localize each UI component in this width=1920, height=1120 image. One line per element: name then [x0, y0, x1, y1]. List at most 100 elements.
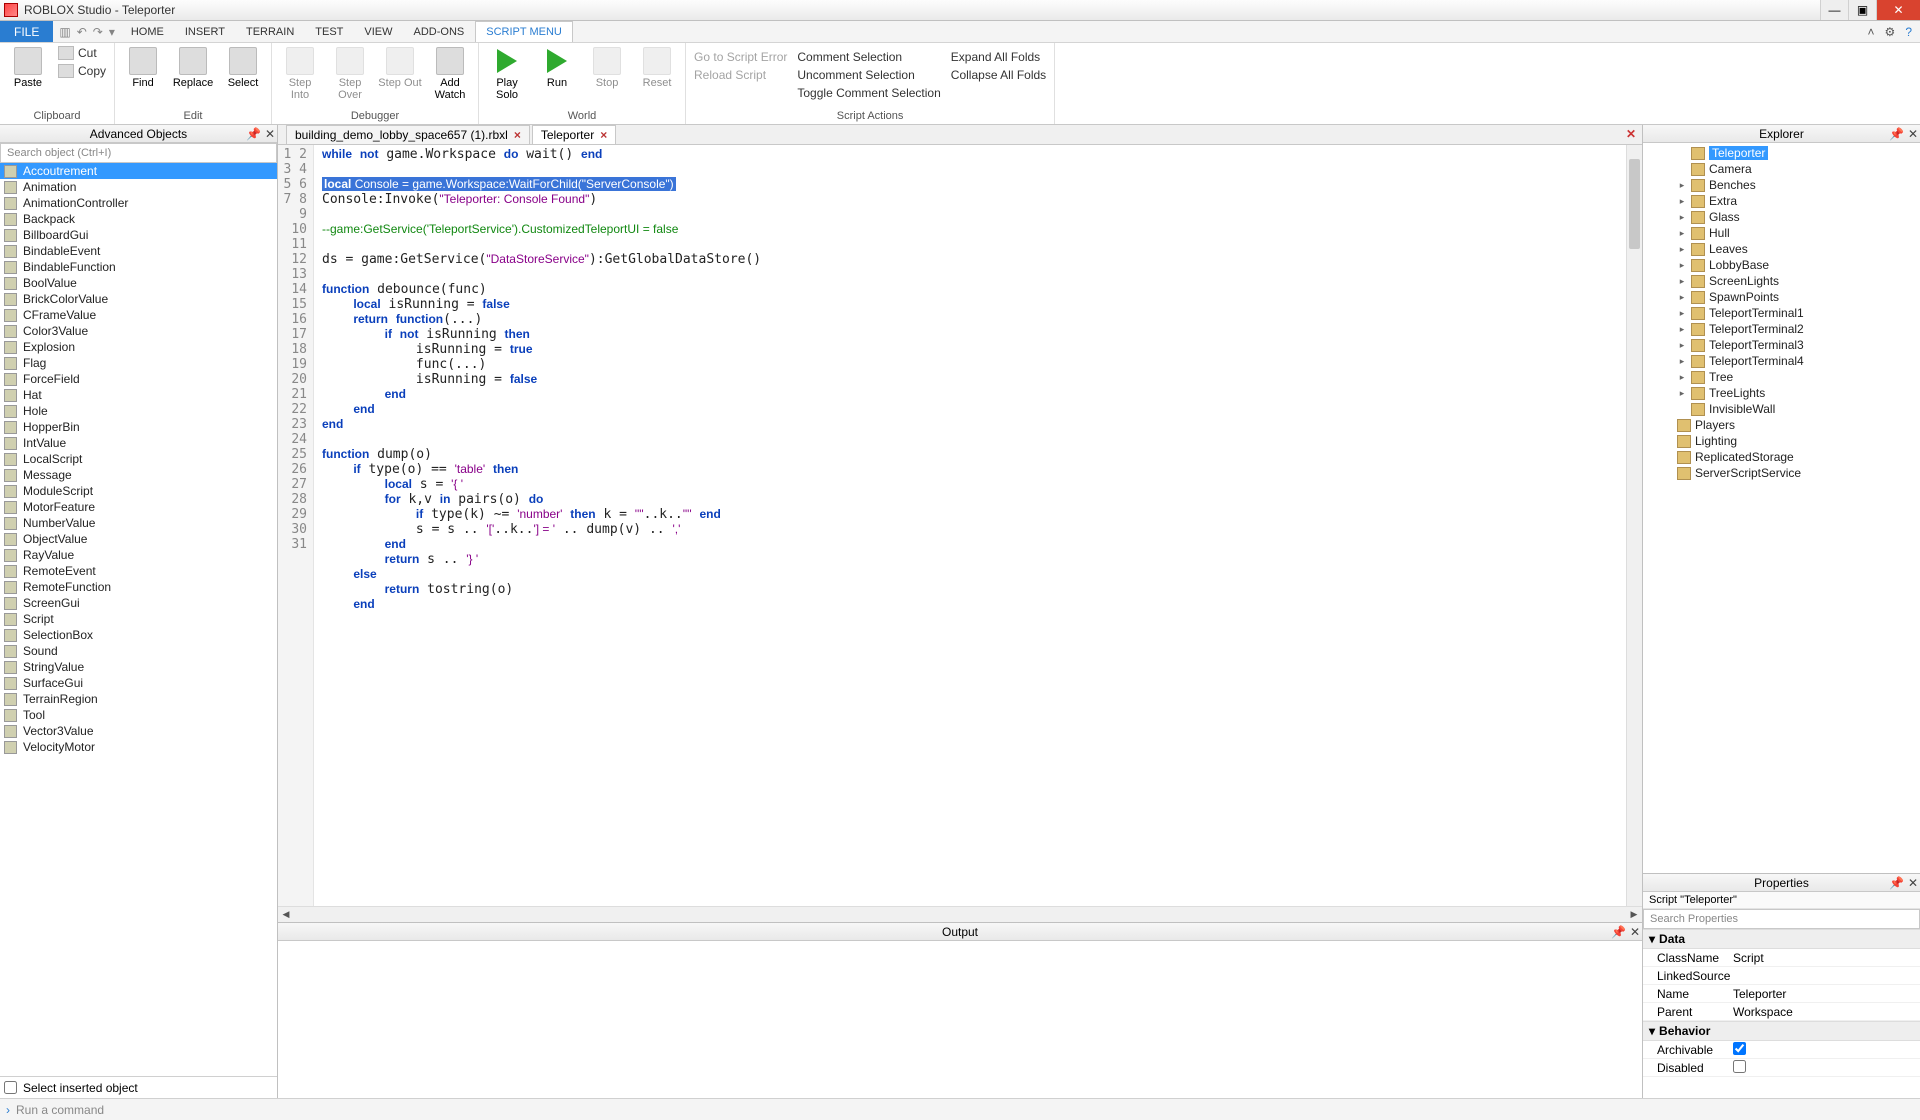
file-menu[interactable]: FILE — [0, 21, 53, 42]
maximize-button[interactable]: ▣ — [1848, 0, 1876, 20]
output-content[interactable] — [278, 941, 1642, 1098]
object-item-hole[interactable]: Hole — [0, 403, 277, 419]
expand-icon[interactable]: ▸ — [1677, 324, 1687, 335]
document-tab[interactable]: building_demo_lobby_space657 (1).rbxl× — [286, 125, 530, 144]
expand-icon[interactable]: ▸ — [1677, 212, 1687, 223]
tab-close-all-icon[interactable]: ✕ — [1626, 127, 1636, 141]
replace-button[interactable]: Replace — [171, 45, 215, 89]
property-row-disabled[interactable]: Disabled — [1643, 1059, 1920, 1077]
collapse-icon[interactable]: ▾ — [1649, 1024, 1655, 1038]
object-item-color3value[interactable]: Color3Value — [0, 323, 277, 339]
explorer-item-serverscriptservice[interactable]: ServerScriptService — [1643, 465, 1920, 481]
explorer-item-screenlights[interactable]: ▸ScreenLights — [1643, 273, 1920, 289]
tab-close-icon[interactable]: × — [514, 128, 521, 142]
output-pin-icon[interactable]: 📌 — [1611, 925, 1626, 939]
expand-icon[interactable]: ▸ — [1677, 228, 1687, 239]
panel-close-icon[interactable]: ✕ — [265, 127, 275, 141]
close-button[interactable]: ✕ — [1876, 0, 1920, 20]
explorer-item-extra[interactable]: ▸Extra — [1643, 193, 1920, 209]
explorer-item-tree[interactable]: ▸Tree — [1643, 369, 1920, 385]
explorer-item-leaves[interactable]: ▸Leaves — [1643, 241, 1920, 257]
object-item-terrainregion[interactable]: TerrainRegion — [0, 691, 277, 707]
object-item-accoutrement[interactable]: Accoutrement — [0, 163, 277, 179]
menu-tab-home[interactable]: HOME — [121, 21, 175, 42]
step-over-button[interactable]: Step Over — [328, 45, 372, 101]
uncomment-selection-button[interactable]: Uncomment Selection — [795, 67, 942, 83]
collapse-icon[interactable]: ▾ — [1649, 932, 1655, 946]
step-into-button[interactable]: Step Into — [278, 45, 322, 101]
explorer-item-invisiblewall[interactable]: InvisibleWall — [1643, 401, 1920, 417]
object-item-motorfeature[interactable]: MotorFeature — [0, 499, 277, 515]
explorer-item-lobbybase[interactable]: ▸LobbyBase — [1643, 257, 1920, 273]
property-row-name[interactable]: NameTeleporter — [1643, 985, 1920, 1003]
object-item-surfacegui[interactable]: SurfaceGui — [0, 675, 277, 691]
explorer-item-hull[interactable]: ▸Hull — [1643, 225, 1920, 241]
expand-icon[interactable]: ▸ — [1677, 308, 1687, 319]
expand-icon[interactable]: ▸ — [1677, 292, 1687, 303]
object-item-cframevalue[interactable]: CFrameValue — [0, 307, 277, 323]
object-item-bindableevent[interactable]: BindableEvent — [0, 243, 277, 259]
expand-icon[interactable]: ▸ — [1677, 196, 1687, 207]
property-checkbox[interactable] — [1733, 1060, 1746, 1073]
object-item-remoteevent[interactable]: RemoteEvent — [0, 563, 277, 579]
explorer-item-teleporter[interactable]: Teleporter — [1643, 145, 1920, 161]
explorer-item-treelights[interactable]: ▸TreeLights — [1643, 385, 1920, 401]
object-item-velocitymotor[interactable]: VelocityMotor — [0, 739, 277, 755]
explorer-item-glass[interactable]: ▸Glass — [1643, 209, 1920, 225]
properties-close-icon[interactable]: ✕ — [1908, 876, 1918, 890]
advanced-objects-search[interactable]: Search object (Ctrl+I) — [0, 143, 277, 163]
collapse-all-folds-button[interactable]: Collapse All Folds — [949, 67, 1048, 83]
expand-icon[interactable]: ▸ — [1677, 340, 1687, 351]
help-icon[interactable]: ? — [1905, 25, 1912, 39]
object-item-rayvalue[interactable]: RayValue — [0, 547, 277, 563]
menu-tab-insert[interactable]: INSERT — [175, 21, 236, 42]
tab-close-icon[interactable]: × — [600, 128, 607, 142]
minimize-button[interactable]: — — [1820, 0, 1848, 20]
menu-tab-test[interactable]: TEST — [305, 21, 354, 42]
vertical-scrollbar[interactable] — [1626, 145, 1642, 906]
explorer-item-spawnpoints[interactable]: ▸SpawnPoints — [1643, 289, 1920, 305]
explorer-item-teleportterminal1[interactable]: ▸TeleportTerminal1 — [1643, 305, 1920, 321]
qat-dropdown-icon[interactable]: ▾ — [109, 25, 115, 39]
menu-tab-terrain[interactable]: TERRAIN — [236, 21, 305, 42]
ribbon-collapse-icon[interactable]: ˄ — [1868, 25, 1875, 39]
play-solo-button[interactable]: Play Solo — [485, 45, 529, 101]
reset-button[interactable]: Reset — [635, 45, 679, 89]
code-editor[interactable]: 1 2 3 4 5 6 7 8 9 10 11 12 13 14 15 16 1… — [278, 145, 1642, 906]
object-item-localscript[interactable]: LocalScript — [0, 451, 277, 467]
property-row-linkedsource[interactable]: LinkedSource — [1643, 967, 1920, 985]
property-section-behavior[interactable]: ▾Behavior — [1643, 1021, 1920, 1041]
step-out-button[interactable]: Step Out — [378, 45, 422, 89]
select-inserted-check-input[interactable] — [4, 1081, 17, 1094]
object-item-stringvalue[interactable]: StringValue — [0, 659, 277, 675]
horizontal-scrollbar[interactable]: ◀▶ — [278, 906, 1642, 922]
menu-tab-add-ons[interactable]: ADD-ONS — [404, 21, 476, 42]
code-area[interactable]: while not game.Workspace do wait() end l… — [314, 145, 1626, 906]
object-item-bindablefunction[interactable]: BindableFunction — [0, 259, 277, 275]
menu-tab-script-menu[interactable]: SCRIPT MENU — [475, 21, 573, 42]
explorer-item-teleportterminal3[interactable]: ▸TeleportTerminal3 — [1643, 337, 1920, 353]
object-item-explosion[interactable]: Explosion — [0, 339, 277, 355]
expand-icon[interactable]: ▸ — [1677, 356, 1687, 367]
go-to-script-error-button[interactable]: Go to Script Error — [692, 49, 789, 65]
property-row-classname[interactable]: ClassNameScript — [1643, 949, 1920, 967]
find-button[interactable]: Find — [121, 45, 165, 89]
object-item-message[interactable]: Message — [0, 467, 277, 483]
object-item-remotefunction[interactable]: RemoteFunction — [0, 579, 277, 595]
property-row-parent[interactable]: ParentWorkspace — [1643, 1003, 1920, 1021]
object-item-intvalue[interactable]: IntValue — [0, 435, 277, 451]
properties-pin-icon[interactable]: 📌 — [1889, 876, 1904, 890]
object-item-animationcontroller[interactable]: AnimationController — [0, 195, 277, 211]
object-item-selectionbox[interactable]: SelectionBox — [0, 627, 277, 643]
object-item-boolvalue[interactable]: BoolValue — [0, 275, 277, 291]
menu-tab-view[interactable]: VIEW — [354, 21, 403, 42]
settings-icon[interactable]: ⚙ — [1885, 25, 1896, 39]
object-item-animation[interactable]: Animation — [0, 179, 277, 195]
panel-pin-icon[interactable]: 📌 — [246, 127, 261, 141]
object-item-hopperbin[interactable]: HopperBin — [0, 419, 277, 435]
object-item-objectvalue[interactable]: ObjectValue — [0, 531, 277, 547]
select-button[interactable]: Select — [221, 45, 265, 89]
object-item-brickcolorvalue[interactable]: BrickColorValue — [0, 291, 277, 307]
reload-script-button[interactable]: Reload Script — [692, 67, 789, 83]
explorer-item-benches[interactable]: ▸Benches — [1643, 177, 1920, 193]
